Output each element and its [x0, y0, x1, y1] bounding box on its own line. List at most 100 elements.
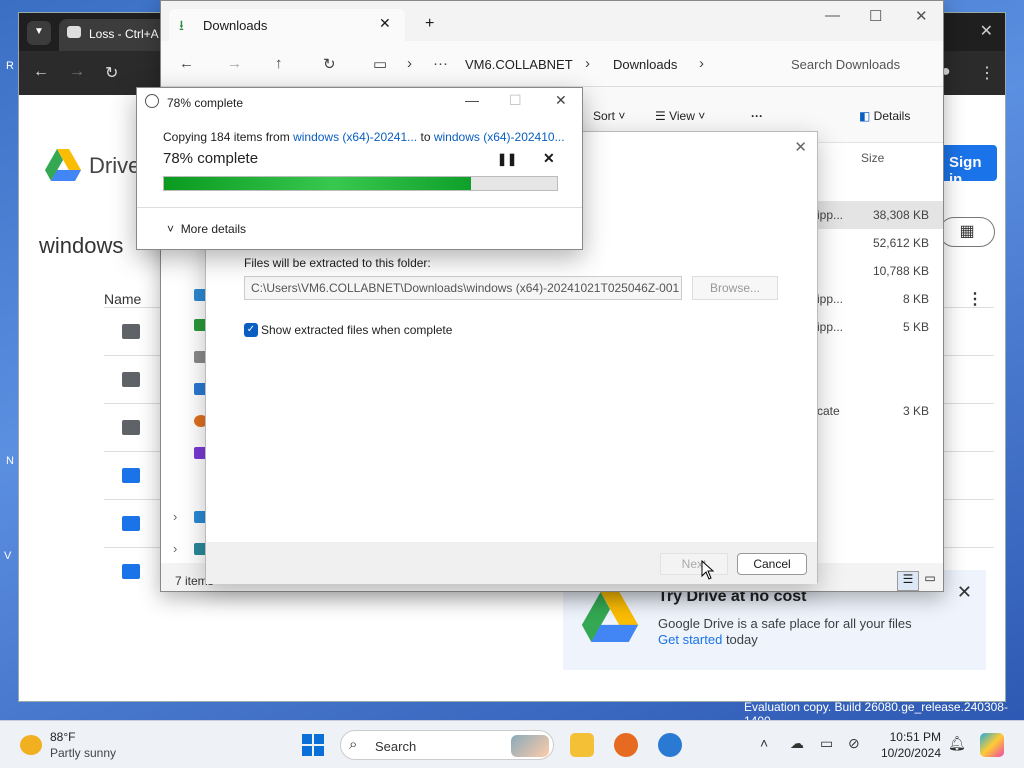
desktop-edge: V: [4, 550, 12, 562]
copy-mid: to: [420, 130, 431, 144]
tab-search-button[interactable]: ▼: [27, 21, 51, 45]
sort-label: Sort: [593, 109, 616, 123]
next-button[interactable]: Next: [660, 553, 728, 575]
cancel-copy-icon[interactable]: ✕: [543, 150, 555, 167]
file-icon: [122, 516, 140, 531]
chevron-right-icon[interactable]: ›: [173, 541, 177, 556]
copilot-icon[interactable]: [980, 733, 1004, 757]
forward-icon[interactable]: →: [227, 55, 242, 72]
file-size: 52,612 KB: [872, 236, 929, 250]
new-tab-icon[interactable]: +: [425, 15, 434, 33]
clock-date[interactable]: 10/20/2024: [870, 746, 941, 760]
source-link[interactable]: windows (x64)-20241...: [293, 130, 417, 144]
shared-folder-icon: [122, 420, 140, 435]
maximize-icon[interactable]: ☐: [509, 92, 522, 109]
details-button[interactable]: ◧ Details: [859, 109, 910, 123]
tab-close-icon[interactable]: ✕: [379, 15, 391, 32]
this-pc-icon[interactable]: ▭: [373, 55, 387, 73]
up-icon[interactable]: ↑: [275, 55, 283, 72]
back-icon[interactable]: ←: [179, 55, 194, 72]
browse-button[interactable]: Browse...: [692, 276, 778, 300]
destination-path-field[interactable]: C:\Users\VM6.COLLABNET\Downloads\windows…: [244, 276, 682, 300]
notification-bell-icon[interactable]: 🔔︎: [948, 735, 966, 752]
more-actions-icon[interactable]: ⋮: [967, 289, 983, 309]
more-details-label: More details: [180, 222, 247, 236]
more-options-icon[interactable]: ···: [751, 109, 763, 123]
weather-icon[interactable]: [20, 735, 42, 755]
file-type: ipp...: [817, 208, 844, 222]
chrome-menu-icon[interactable]: ⋮: [979, 63, 995, 83]
sign-in-button[interactable]: Sign in: [937, 145, 997, 188]
details-label: Details: [873, 109, 911, 123]
file-type: ipp...: [817, 292, 844, 306]
chevron-right-icon: ›: [699, 55, 704, 72]
file-size: 5 KB: [902, 320, 929, 334]
size-column-header[interactable]: Size: [861, 151, 884, 165]
cancel-button[interactable]: Cancel: [737, 553, 807, 575]
copy-description: Copying 184 items from windows (x64)-202…: [163, 130, 565, 144]
chevron-up-icon[interactable]: ˄: [760, 735, 768, 751]
shared-folder-icon: [122, 324, 140, 339]
back-icon[interactable]: ←: [33, 63, 49, 81]
tiles-view-icon[interactable]: ▭: [919, 571, 941, 591]
chrome-icon[interactable]: [658, 733, 682, 757]
close-icon[interactable]: ✕: [915, 7, 928, 25]
more-icon[interactable]: ···: [433, 55, 448, 72]
view-label: View: [669, 109, 695, 123]
weather-temp[interactable]: 88°F: [50, 730, 75, 744]
forward-icon[interactable]: →: [69, 63, 85, 81]
maximize-icon[interactable]: ☐: [869, 7, 882, 25]
progress-fill: [164, 177, 471, 190]
search-input[interactable]: Search Downloads: [791, 57, 900, 72]
shared-folder-icon: [122, 372, 140, 387]
chevron-right-icon[interactable]: ›: [173, 509, 177, 524]
firefox-icon[interactable]: [614, 733, 638, 757]
file-icon: [122, 564, 140, 579]
search-icon: ⌕: [349, 736, 358, 753]
file-explorer-icon[interactable]: [570, 733, 594, 757]
search-label: Search: [375, 739, 417, 754]
breadcrumb-computer[interactable]: VM6.COLLABNET: [465, 57, 573, 72]
file-size: 3 KB: [902, 404, 929, 418]
more-details-toggle[interactable]: ˅ More details: [167, 222, 246, 236]
get-started-link[interactable]: Get started: [658, 632, 722, 647]
explorer-tab[interactable]: Downloads: [169, 9, 405, 41]
file-type: cate: [817, 404, 840, 418]
destination-label: Files will be extracted to this folder:: [244, 256, 431, 270]
refresh-icon[interactable]: ↻: [323, 55, 336, 73]
details-view-icon[interactable]: ☰: [897, 571, 919, 591]
onedrive-icon[interactable]: ☁: [790, 735, 804, 752]
display-icon[interactable]: ▭: [820, 735, 833, 752]
chrome-close-icon[interactable]: ✕: [980, 21, 993, 41]
minimize-icon[interactable]: —: [465, 92, 479, 108]
show-files-label[interactable]: Show extracted files when complete: [261, 323, 452, 337]
progress-window-title: 78% complete: [167, 96, 244, 110]
sort-button[interactable]: Sort ˅: [593, 109, 625, 123]
explorer-tab-title: Downloads: [203, 18, 268, 33]
chevron-right-icon: ›: [585, 55, 590, 72]
grid-view-icon[interactable]: ▦: [939, 217, 995, 247]
show-files-checkbox[interactable]: ✓: [244, 323, 258, 337]
view-button[interactable]: ☰ View ˅: [655, 109, 705, 123]
breadcrumb-downloads[interactable]: Downloads: [613, 57, 677, 72]
close-icon[interactable]: ✕: [555, 92, 567, 109]
taskbar-search[interactable]: ⌕ Search: [340, 730, 554, 760]
minimize-icon[interactable]: —: [825, 7, 840, 24]
drive-logo-icon: [581, 592, 639, 642]
network-icon[interactable]: ⊘: [848, 735, 860, 752]
close-icon[interactable]: ✕: [957, 582, 972, 603]
desktop-edge: R: [6, 60, 14, 72]
windows-start-icon[interactable]: [302, 734, 324, 756]
reload-icon[interactable]: ↻: [105, 63, 118, 83]
weather-condition[interactable]: Partly sunny: [50, 746, 116, 760]
name-column-header[interactable]: Name: [104, 291, 141, 307]
drive-brand: Drive: [89, 153, 141, 178]
clock-time[interactable]: 10:51 PM: [879, 730, 941, 744]
folder-title: windows: [39, 233, 124, 258]
divider: [137, 207, 582, 208]
tab-favicon-icon: [67, 26, 81, 38]
chevron-down-icon: ˅: [167, 222, 181, 236]
pause-icon[interactable]: ❚❚: [497, 152, 517, 166]
close-icon[interactable]: ✕: [794, 138, 807, 156]
destination-link[interactable]: windows (x64)-202410...: [434, 130, 565, 144]
